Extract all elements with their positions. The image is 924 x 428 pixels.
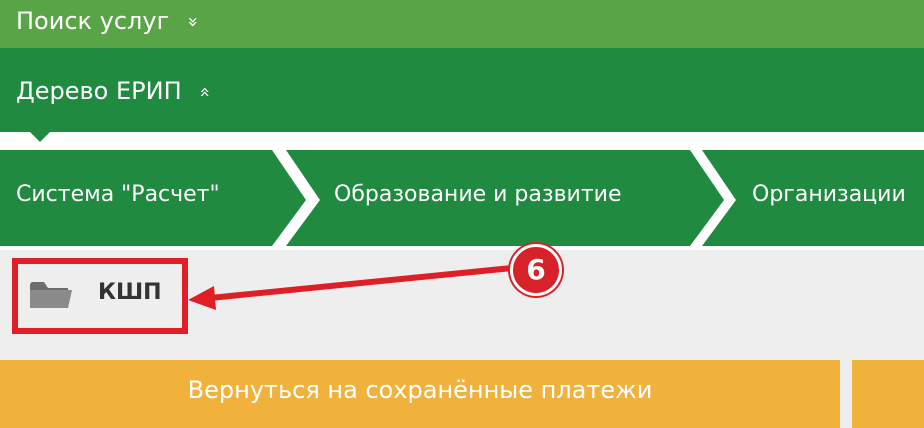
annotation-arrow <box>188 265 513 310</box>
annotation-step-badge: 6 <box>510 244 562 296</box>
